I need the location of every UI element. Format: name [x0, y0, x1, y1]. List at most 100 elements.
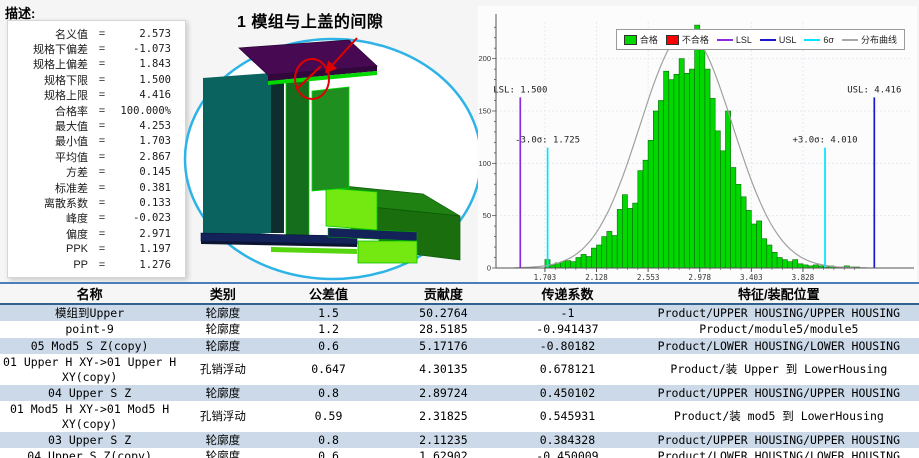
- legend-label: LSL: [735, 34, 752, 45]
- stat-label: 峰度: [66, 213, 88, 226]
- svg-text:0: 0: [487, 264, 491, 273]
- stat-row: 最小值 = 1.703: [10, 134, 183, 149]
- svg-text:1.703: 1.703: [534, 273, 557, 282]
- stat-row: 合格率 = 100.000%: [10, 103, 183, 118]
- svg-text:200: 200: [478, 54, 491, 63]
- column-header: 名称: [0, 282, 180, 305]
- cell-tol: 0.647: [311, 362, 346, 377]
- legend-swatch-box: [665, 34, 679, 45]
- cell-name: 03 Upper S Z: [48, 433, 132, 447]
- cat-analysis-window: 描述: 名义值 = 2.573 规格下偏差 = -1.073 规格上偏差 = 1.843 规格下限…: [0, 0, 919, 458]
- stat-value: 2.971: [139, 227, 171, 240]
- stat-row: 标准差 = 0.381: [10, 180, 183, 195]
- stat-value: 4.253: [139, 120, 171, 133]
- legend-item: USL: [759, 34, 797, 45]
- cell-tol: 0.59: [314, 409, 343, 424]
- legend-swatch-line: [759, 38, 776, 41]
- cell-feature: Product/module5/module5: [699, 322, 859, 337]
- cell-tol: 1.5: [318, 306, 339, 320]
- svg-text:3.828: 3.828: [792, 273, 815, 282]
- legend-label: 合格: [639, 35, 658, 45]
- legend-label: 不合格: [681, 35, 709, 45]
- legend-item: 6σ: [804, 35, 834, 45]
- cell-feature: Product/LOWER HOUSING/LOWER HOUSING: [657, 338, 900, 353]
- cell-name: 04 Upper S Z(copy): [0, 448, 180, 458]
- cell-coef: -0.941437: [536, 322, 599, 337]
- stat-row: 平均值 = 2.867: [10, 149, 183, 164]
- cell-contrib: 28.5185: [419, 322, 468, 337]
- stat-row: PP = 1.276: [10, 257, 183, 272]
- svg-text:USL: 4.416: USL: 4.416: [847, 85, 901, 95]
- cell-name: 05 Mod5 S Z(copy): [30, 338, 149, 353]
- cell-type: 轮廓度: [205, 385, 241, 400]
- table-row[interactable]: 03 Upper S Z 轮廓度 0.8 2.11235 0.384328 Product…: [0, 432, 919, 449]
- cell-contrib: 2.89724: [419, 385, 468, 400]
- cell-name: 01 Upper H XY->01 Upper H XY(copy): [3, 355, 177, 384]
- table-row[interactable]: 04 Upper S Z 轮廓度 0.8 2.89724 0.450102 Product…: [0, 384, 919, 402]
- cell-feature: Product/UPPER HOUSING/UPPER HOUSING: [657, 433, 900, 447]
- stat-label: 方差: [66, 167, 88, 180]
- cell-tol: 0.8: [318, 385, 339, 400]
- stat-equals: =: [98, 258, 106, 271]
- table-row[interactable]: 01 Upper H XY->01 Upper H XY(copy) 孔销浮动 0.…: [0, 354, 919, 385]
- legend-swatch-line: [841, 38, 858, 41]
- stat-label: 名义值: [55, 28, 88, 41]
- legend-label: 6σ: [823, 34, 834, 45]
- stat-equals: =: [98, 89, 106, 102]
- cell-name: 04 Upper S Z: [48, 385, 132, 400]
- stat-value: 1.197: [139, 243, 171, 256]
- stat-equals: =: [98, 120, 106, 133]
- table-row[interactable]: 模组到Upper 轮廓度 1.5 50.2764 -1 Product/UPPER HOU…: [0, 304, 919, 322]
- stat-value: 100.000%: [120, 104, 171, 117]
- cell-feature: Product/UPPER HOUSING/UPPER HOUSING: [657, 306, 900, 320]
- cell-tol: 0.8: [318, 433, 339, 447]
- cell-coef: 0.678121: [539, 362, 596, 377]
- stat-row: 偏度 = 2.971: [10, 226, 183, 241]
- stat-equals: =: [98, 227, 106, 240]
- lower-housing-step: [325, 187, 378, 231]
- stat-label: 平均值: [55, 151, 88, 164]
- stat-label: 标准差: [55, 182, 88, 195]
- table-row[interactable]: 04 Upper S Z(copy) 轮廓度 0.6 1.62902 -0.450009…: [0, 448, 919, 458]
- svg-text:2.128: 2.128: [585, 273, 608, 282]
- cell-tol: 0.6: [318, 338, 339, 353]
- stat-equals: =: [98, 27, 106, 40]
- histogram-panel: LSL: 1.500 USL: 4.416 -3.0σ: 1.725 +3.0σ: 4…: [478, 6, 917, 282]
- stat-value: -1.073: [133, 43, 171, 56]
- stat-equals: =: [98, 181, 106, 194]
- column-header: 贡献度: [390, 282, 497, 305]
- stat-value: 0.381: [139, 181, 171, 194]
- stat-label: 规格下偏差: [33, 44, 88, 57]
- stat-value: 1.276: [139, 258, 171, 271]
- stat-row: 离散系数 = 0.133: [10, 195, 183, 210]
- stat-equals: =: [98, 150, 106, 163]
- cell-feature: Product/装 mod5 到 LowerHousing: [673, 409, 884, 424]
- stat-row: 规格上限 = 4.416: [10, 88, 183, 103]
- stat-row: 规格上偏差 = 1.843: [10, 57, 183, 72]
- svg-text:-3.0σ: 1.725: -3.0σ: 1.725: [515, 136, 580, 146]
- stat-row: PPK = 1.197: [10, 241, 183, 256]
- legend-swatch-line: [804, 38, 821, 41]
- stat-equals: =: [98, 135, 106, 148]
- stat-label: 偏度: [66, 228, 88, 241]
- stat-value: 1.703: [139, 135, 171, 148]
- stat-value: -0.023: [133, 212, 171, 225]
- stat-row: 规格下限 = 1.500: [10, 72, 183, 87]
- cell-name: 01 Mod5 H XY->01 Mod5 H XY(copy): [9, 402, 170, 431]
- legend-label: USL: [778, 34, 797, 45]
- 3d-viewport[interactable]: [183, 22, 485, 282]
- table-row[interactable]: 01 Mod5 H XY->01 Mod5 H XY(copy) 孔销浮动 0.59…: [0, 401, 919, 432]
- stat-equals: =: [98, 243, 106, 256]
- table-row[interactable]: point-9 轮廓度 1.2 28.5185 -0.941437 Product/mod…: [0, 321, 919, 338]
- stat-label: PP: [73, 258, 88, 271]
- svg-text:2.553: 2.553: [637, 273, 660, 282]
- cell-type: 孔销浮动: [199, 409, 246, 424]
- stat-value: 1.843: [139, 58, 171, 71]
- cell-type: 孔销浮动: [199, 362, 246, 377]
- table-row[interactable]: 05 Mod5 S Z(copy) 轮廓度 0.6 5.17176 -0.80182 Pr…: [0, 337, 919, 355]
- statistics-panel: 名义值 = 2.573 规格下偏差 = -1.073 规格上偏差 = 1.843 规格下限 = 1.5…: [7, 20, 186, 278]
- green-column: [311, 86, 350, 192]
- cell-contrib: 1.62902: [390, 448, 497, 458]
- stat-row: 名义值 = 2.573: [10, 26, 183, 41]
- legend-swatch-line: [716, 38, 733, 41]
